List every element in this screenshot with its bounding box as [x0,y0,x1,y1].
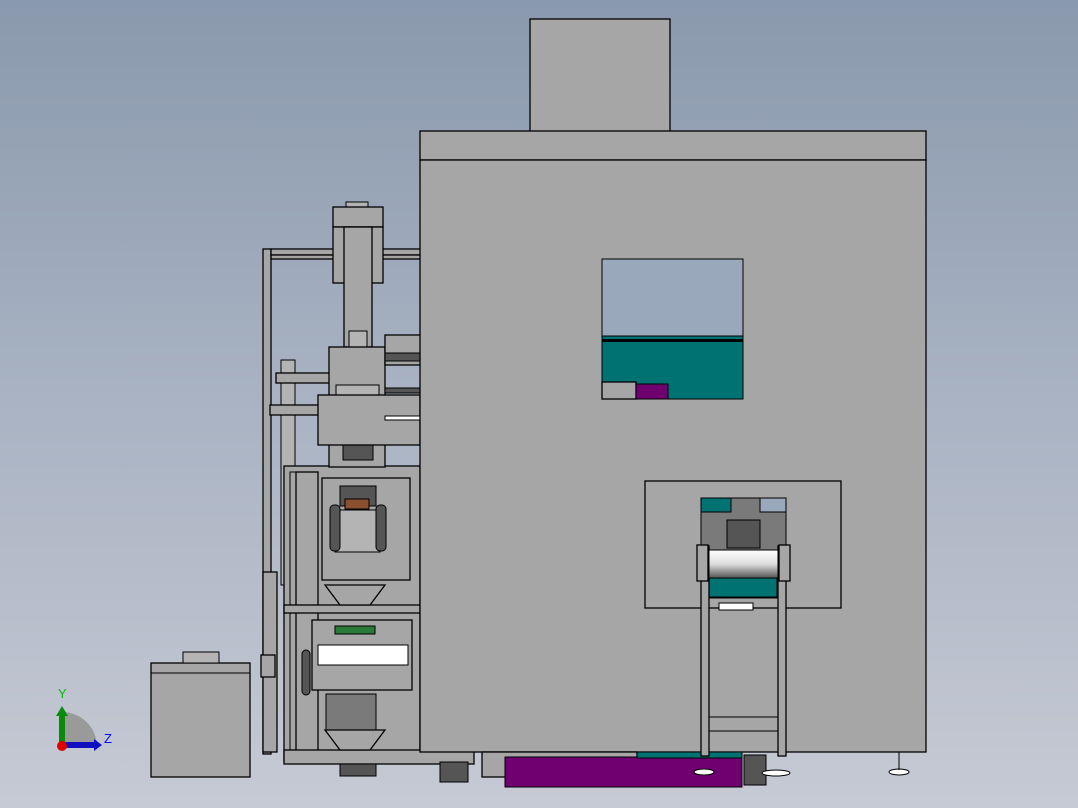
cad-viewport[interactable]: Y Z [0,0,1078,808]
upper-window [601,258,744,400]
triad-quadrant [62,712,97,747]
triad-z-label: Z [104,731,112,746]
side-box [150,651,251,778]
triad-y-label: Y [58,686,67,701]
x-axis-dot [57,741,67,751]
machine-model [150,18,927,788]
lower-access-panel [644,480,842,611]
vertical-actuator [317,201,422,468]
main-cabinet [419,18,927,788]
